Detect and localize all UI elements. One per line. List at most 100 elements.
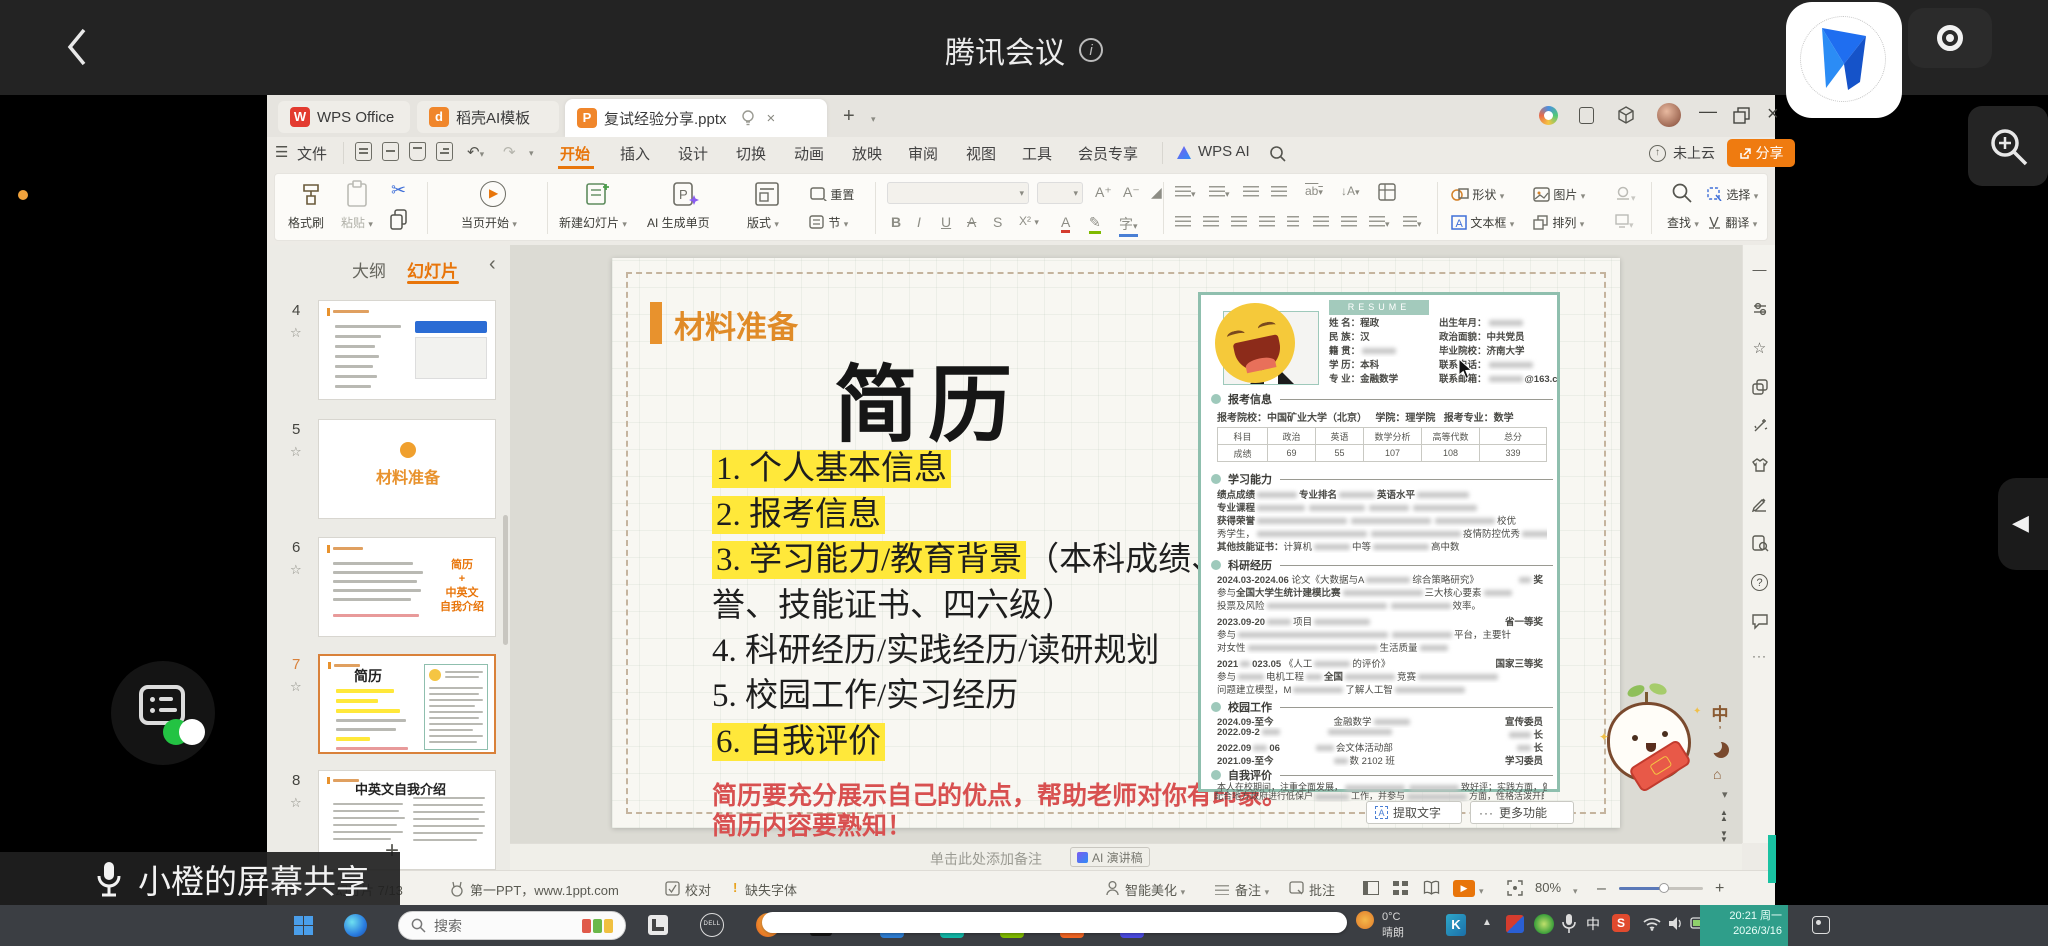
section-button[interactable]: 节 ▾ xyxy=(809,214,848,231)
superscript-icon[interactable]: X² ▾ xyxy=(1019,214,1039,228)
vertical-text-icon[interactable]: ↓A▾ xyxy=(1341,184,1360,198)
ai-page-icon[interactable]: P xyxy=(671,180,701,208)
fit-screen-icon[interactable] xyxy=(1507,880,1523,896)
line-spacing-up-icon[interactable] xyxy=(1313,216,1329,230)
layout-icon[interactable] xyxy=(753,180,781,208)
star-icon[interactable]: ☆ xyxy=(290,444,302,460)
comment-button[interactable]: 批注 xyxy=(1309,880,1335,899)
help-icon[interactable]: ? xyxy=(1749,573,1770,594)
menu-wps-ai[interactable]: WPS AI xyxy=(1198,143,1250,160)
export-icon[interactable] xyxy=(382,142,399,165)
font-size-select[interactable]: ▾ xyxy=(1037,182,1083,204)
undo-icon[interactable]: ↶▾ xyxy=(467,143,484,161)
char-effect-icon[interactable]: 字▾ xyxy=(1119,214,1138,237)
new-tab-icon[interactable]: + xyxy=(843,105,855,128)
more-dots-icon[interactable]: ··· xyxy=(1749,649,1770,670)
volume-icon[interactable] xyxy=(1668,916,1684,931)
slide-thumb-6[interactable]: 简历 + 中英文 自我介绍 xyxy=(318,537,496,637)
doc-search-icon[interactable] xyxy=(1749,534,1770,555)
mic-tray-icon[interactable] xyxy=(1562,913,1576,935)
tray-expand-icon[interactable]: ▲ xyxy=(1482,917,1492,928)
record-button[interactable] xyxy=(1908,8,1992,68)
share-button[interactable]: 分享 xyxy=(1727,139,1795,167)
sorter-view-icon[interactable] xyxy=(1393,881,1408,895)
font-increase-icon[interactable]: A⁺ xyxy=(1095,184,1112,201)
extract-text-button[interactable]: A 提取文字 xyxy=(1366,801,1462,824)
avatar[interactable] xyxy=(1657,103,1681,127)
zoom-tool-button[interactable] xyxy=(1968,106,2048,186)
star-icon[interactable]: ☆ xyxy=(290,679,302,695)
ai-speech-button[interactable]: AI 演讲稿 xyxy=(1070,847,1150,867)
weather-widget[interactable]: 0°C 晴朗 xyxy=(1382,909,1404,941)
next-slide-icon[interactable]: ▼ ▼ xyxy=(1720,830,1728,844)
notepad-icon[interactable] xyxy=(648,915,668,935)
theme-color-icon[interactable] xyxy=(1539,106,1558,125)
zoom-slider-knob[interactable] xyxy=(1659,883,1669,893)
convert-table-icon[interactable] xyxy=(1377,182,1399,204)
strikethrough-icon[interactable]: A xyxy=(967,214,976,230)
align-justify-icon[interactable] xyxy=(1259,216,1275,230)
align-right-icon[interactable] xyxy=(1231,216,1247,230)
collapse-panel-icon[interactable]: ‹ xyxy=(489,253,496,276)
cloud-status[interactable]: 未上云 xyxy=(1673,143,1715,163)
cube-icon[interactable] xyxy=(1617,105,1635,125)
sidebar-scrollbar[interactable] xyxy=(503,515,508,645)
duplicate-icon[interactable] xyxy=(1749,378,1770,399)
star-icon[interactable]: ☆ xyxy=(1749,339,1770,360)
underline-icon[interactable]: U xyxy=(941,214,951,230)
vz-tray-icon[interactable] xyxy=(1506,915,1524,933)
slide-thumb-4[interactable] xyxy=(318,300,496,400)
collapse-icon[interactable]: — xyxy=(1749,261,1770,282)
notes-button[interactable]: 备注 ▾ xyxy=(1235,880,1269,899)
columns-icon[interactable] xyxy=(1287,216,1299,230)
outdent-icon[interactable] xyxy=(1243,186,1259,200)
reading-view-icon[interactable] xyxy=(1423,880,1440,896)
tab-active-pptx[interactable]: P 复试经验分享.pptx × xyxy=(565,99,827,137)
numbered-list-icon[interactable]: ▾ xyxy=(1209,186,1230,200)
menu-member[interactable]: 会员专享 xyxy=(1078,143,1138,164)
play-current-icon[interactable]: ▶ xyxy=(480,181,506,207)
notification-icon[interactable] xyxy=(1812,916,1830,934)
info-icon[interactable]: i xyxy=(1079,38,1103,62)
font-color-icon[interactable]: A xyxy=(1061,214,1071,233)
text-shadow-icon[interactable]: S xyxy=(993,214,1002,230)
dell-icon[interactable]: DELL xyxy=(700,913,724,937)
s-tray-icon[interactable]: S xyxy=(1612,914,1630,932)
star-icon[interactable]: ☆ xyxy=(290,795,302,811)
tab-list-chevron-icon[interactable]: ▾ xyxy=(871,109,876,127)
italic-icon[interactable]: I xyxy=(917,214,921,230)
menu-transition[interactable]: 切换 xyxy=(736,143,766,164)
text-align-box-icon[interactable]: ▾ xyxy=(1403,216,1422,230)
play-options-icon[interactable]: ▾ xyxy=(1479,882,1484,897)
translate-button[interactable]: 翻译 ▾ xyxy=(1707,214,1757,231)
tab-wps-office[interactable]: W WPS Office xyxy=(278,101,410,133)
tab-outline[interactable]: 大纲 xyxy=(352,257,386,282)
paste-button[interactable]: 粘贴 ▾ xyxy=(341,214,373,231)
start-button[interactable] xyxy=(294,916,313,935)
minimize-icon[interactable]: — xyxy=(1699,101,1717,122)
redo-icon[interactable]: ↷ xyxy=(503,143,516,161)
bullet-list-icon[interactable]: ▾ xyxy=(1175,186,1196,200)
signature-pen-icon[interactable] xyxy=(1749,495,1770,516)
ime-indicator[interactable]: 中 xyxy=(1586,914,1600,934)
menu-design[interactable]: 设计 xyxy=(678,143,708,164)
menu-file[interactable]: 文件 xyxy=(297,143,327,164)
highlight-color-icon[interactable]: ✎ xyxy=(1089,214,1101,234)
close-icon[interactable]: × xyxy=(1767,103,1779,126)
template-source[interactable]: 第一PPT，www.1ppt.com xyxy=(470,880,619,899)
caption-toggle-button[interactable] xyxy=(111,661,215,765)
layout-mode-icon[interactable] xyxy=(1579,107,1594,124)
save-icon[interactable] xyxy=(355,142,372,165)
more-history-icon[interactable]: ▾ xyxy=(529,143,534,160)
tab-docer-template[interactable]: d 稻壳AI模板 xyxy=(417,101,559,133)
indent-icon[interactable] xyxy=(1271,186,1287,200)
slideshow-set-icon[interactable]: ▾ xyxy=(1615,214,1634,231)
slide-thumb-7-selected[interactable]: 简历 xyxy=(318,654,496,754)
resume-image[interactable]: RESUME 姓 名：程政 民 族：汉 籍 贯： 学 历：本科 专 业：金融数学… xyxy=(1198,292,1560,792)
new-slide-button[interactable]: 新建幻灯片 ▾ xyxy=(559,214,627,231)
tab-slides[interactable]: 幻灯片 xyxy=(407,257,458,282)
clock-widget[interactable]: 20:21 周一 2026/3/16 xyxy=(1700,905,1788,946)
slide-thumb-5[interactable]: 材料准备 xyxy=(318,419,496,519)
play-current-button[interactable]: 当页开始 ▾ xyxy=(461,214,517,231)
menu-insert[interactable]: 插入 xyxy=(620,143,650,164)
